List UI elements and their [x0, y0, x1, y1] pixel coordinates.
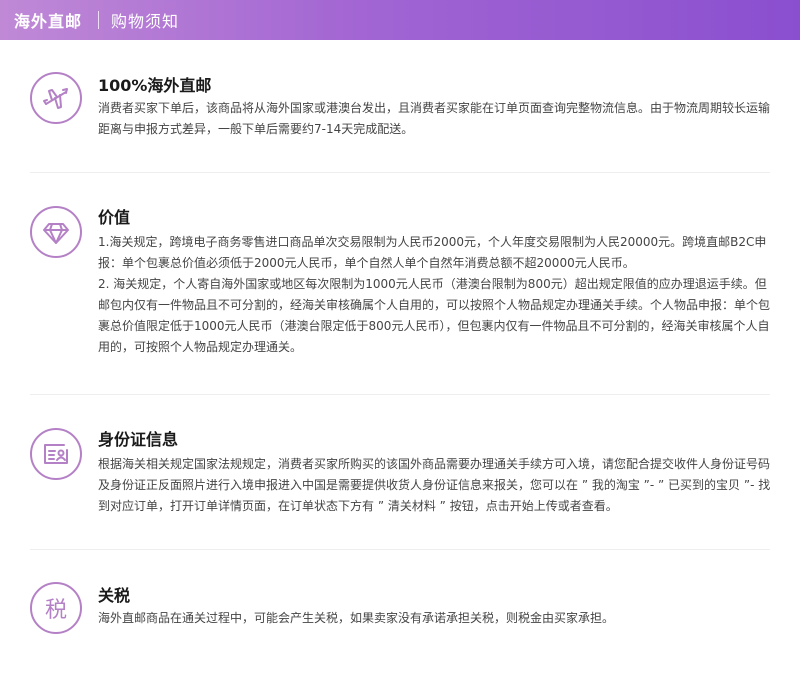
section-divider	[30, 549, 770, 550]
header-divider	[98, 11, 100, 29]
diamond-icon	[30, 206, 82, 258]
section-paragraph: 消费者买家下单后，该商品将从海外国家或港澳台发出，且消费者买家能在订单页面查询完…	[98, 101, 771, 136]
id-card-icon	[30, 428, 82, 480]
section-paragraph: 海外直邮商品在通关过程中，可能会产生关税，如果卖家没有承诺承担关税，则税金由买家…	[98, 611, 615, 625]
section-title: 100%海外直邮	[98, 76, 212, 95]
header-bar: 海外直邮 购物须知	[0, 0, 800, 40]
section-text: 海外直邮商品在通关过程中，可能会产生关税，如果卖家没有承诺承担关税，则税金由买家…	[98, 608, 778, 629]
section-text: 1.海关规定，跨境电子商务零售进口商品单次交易限制为人民币2000元，个人年度交…	[98, 232, 778, 358]
section-paragraph: 根据海关相关规定国家法规规定，消费者买家所购买的该国外商品需要办理通关手续方可入…	[98, 457, 771, 513]
section-text: 根据海关相关规定国家法规规定，消费者买家所购买的该国外商品需要办理通关手续方可入…	[98, 454, 778, 517]
tax-icon-glyph: 税	[44, 598, 67, 623]
section-paragraph: 2. 海关规定，个人寄自海外国家或地区每次限制为1000元人民币（港澳台限制为8…	[98, 277, 771, 354]
section-title: 身份证信息	[98, 430, 179, 449]
section-divider	[30, 172, 770, 173]
section-paragraph: 1.海关规定，跨境电子商务零售进口商品单次交易限制为人民币2000元，个人年度交…	[98, 235, 767, 270]
section-divider	[30, 394, 770, 395]
section-title: 价值	[98, 208, 131, 227]
header-title: 海外直邮	[14, 12, 83, 31]
section-title: 关税	[98, 586, 131, 605]
section-text: 消费者买家下单后，该商品将从海外国家或港澳台发出，且消费者买家能在订单页面查询完…	[98, 98, 778, 140]
tax-icon: 税	[30, 582, 82, 634]
header-subtitle: 购物须知	[111, 12, 180, 31]
airplane-icon	[30, 72, 82, 124]
